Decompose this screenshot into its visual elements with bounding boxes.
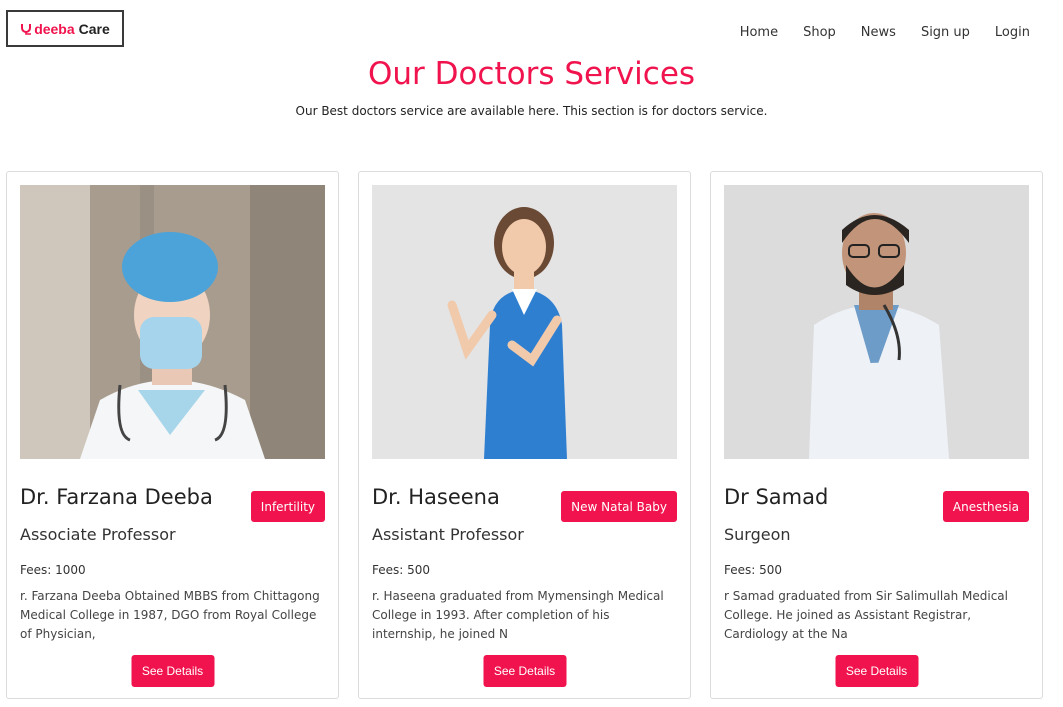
see-details-button[interactable]: See Details (835, 655, 918, 687)
doctor-name: Dr. Haseena (372, 485, 500, 509)
doctor-description: r. Farzana Deeba Obtained MBBS from Chit… (20, 589, 320, 641)
doctor-card: Dr Samad Anesthesia Surgeon Fees: 500 r … (710, 171, 1043, 699)
specialty-badge[interactable]: Infertility (250, 491, 325, 522)
doctor-photo (20, 185, 325, 459)
nav-shop[interactable]: Shop (803, 24, 836, 42)
nav-news[interactable]: News (861, 24, 896, 42)
brand-name: deeba (34, 20, 75, 37)
doctor-name: Dr. Farzana Deeba (20, 485, 213, 509)
doctor-photo (372, 185, 677, 459)
doctor-role: Assistant Professor (372, 525, 524, 544)
brand-suffix: Care (78, 20, 110, 37)
doctor-description: r Samad graduated from Sir Salimullah Me… (724, 589, 1008, 641)
doctor-role: Surgeon (724, 525, 791, 544)
specialty-badge[interactable]: Anesthesia (942, 491, 1029, 522)
specialty-badge[interactable]: New Natal Baby (561, 491, 677, 522)
doctor-photo (724, 185, 1029, 459)
see-details-button[interactable]: See Details (131, 655, 214, 687)
doctor-description: r. Haseena graduated from Mymensingh Med… (372, 589, 664, 641)
logo[interactable]: deeba Care (6, 10, 124, 47)
doctor-fees: Fees: 500 (724, 563, 783, 577)
nav-signup[interactable]: Sign up (921, 24, 970, 42)
see-details-button[interactable]: See Details (483, 655, 566, 687)
nav-home[interactable]: Home (740, 24, 778, 42)
stethoscope-icon (20, 22, 34, 36)
doctor-card: Dr. Farzana Deeba Infertility Associate … (6, 171, 339, 699)
nav-login[interactable]: Login (995, 24, 1030, 42)
doctor-fees: Fees: 500 (372, 563, 431, 577)
section-title: Our Doctors Services (367, 56, 696, 92)
main-nav: Home Shop News Sign up Login (740, 24, 1030, 42)
doctor-fees: Fees: 1000 (20, 563, 86, 577)
doctor-role: Associate Professor (20, 525, 176, 544)
section-subtitle: Our Best doctors service are available h… (295, 104, 768, 118)
doctor-name: Dr Samad (724, 485, 829, 509)
doctor-card: Dr. Haseena New Natal Baby Assistant Pro… (358, 171, 691, 699)
